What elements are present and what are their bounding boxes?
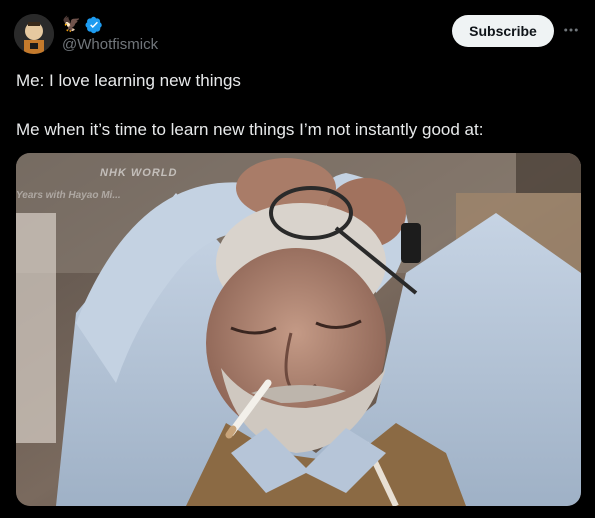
post: 🦅 @Whotfismick Subscribe Me: I love lear…	[0, 0, 595, 518]
name-row: 🦅	[62, 15, 103, 35]
more-horizontal-icon	[564, 28, 578, 32]
watermark-subtitle: Years with Hayao Mi...	[16, 190, 121, 201]
post-text-line-2: Me when it’s time to learn new things I’…	[16, 120, 484, 139]
avatar[interactable]	[14, 14, 54, 54]
user-handle[interactable]: @Whotfismick	[62, 36, 158, 54]
watermark-channel: NHK WORLD	[100, 167, 178, 179]
avatar-image	[14, 14, 54, 54]
more-options-button[interactable]	[560, 18, 582, 42]
meme-photo	[16, 153, 581, 506]
post-media-image[interactable]: NHK WORLD Years with Hayao Mi...	[16, 153, 581, 506]
verified-badge-icon	[85, 16, 102, 34]
display-name[interactable]: 🦅	[62, 16, 81, 34]
post-text-line-1: Me: I love learning new things	[16, 71, 241, 90]
subscribe-button[interactable]: Subscribe	[452, 15, 554, 47]
